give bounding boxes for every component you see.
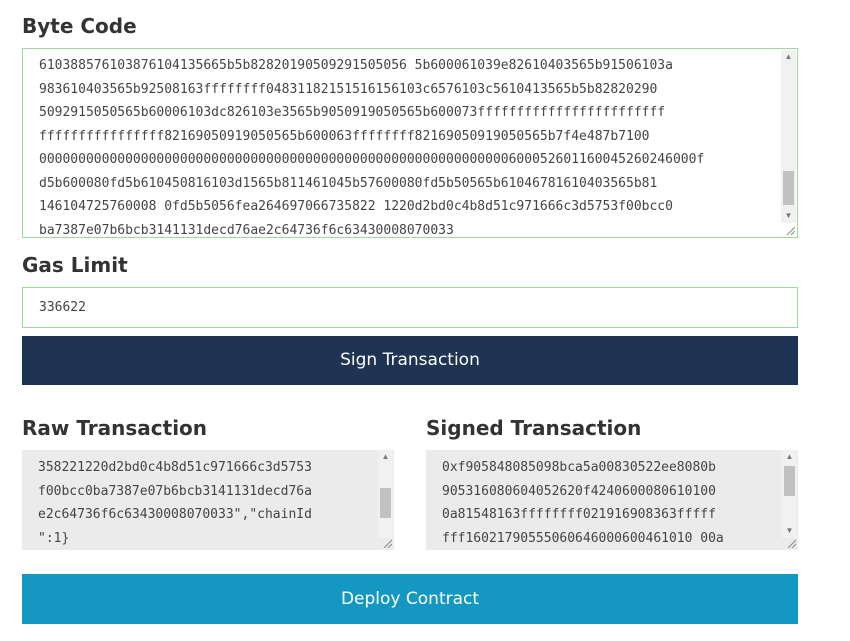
resize-grip-icon[interactable] [785,225,795,235]
scroll-down-icon[interactable]: ▼ [782,524,797,538]
signed-transaction-text: 0xf905848085098bca5a00830522ee8080b 90531… [442,456,774,550]
bytecode-scrollbar[interactable]: ▲ ▼ [781,50,796,223]
bytecode-line: 5092915050565b60006103dc826103e3565b9050… [39,105,666,120]
bytecode-line: 0000000000000000000000000000000000000000… [39,152,705,167]
signed-transaction-textarea[interactable]: 0xf905848085098bca5a00830522ee8080b 90531… [426,450,798,550]
raw-transaction-label: Raw Transaction [22,416,208,440]
sign-transaction-button[interactable]: Sign Transaction [22,336,798,385]
bytecode-line: ba7387e07b6bcb3141131decd76ae2c64736f6c6… [39,222,454,238]
raw-scroll-thumb[interactable] [380,488,391,518]
bytecode-line: d5b600080fd5b610450816103d1565b811461045… [39,175,658,191]
signed-scroll-thumb[interactable] [784,466,795,496]
signed-transaction-line: 0xf905848085098bca5a00830522ee8080b [442,460,716,475]
raw-transaction-line: f00bcc0ba7387e07b6bcb3141131decd76a [38,483,312,499]
raw-transaction-line: ":1} [38,530,70,546]
bytecode-line: ffffffffffffffff82169050919050565b600063… [39,128,650,144]
signed-transaction-line: fff16021790555060646000600461010 00a [442,530,724,546]
raw-transaction-textarea[interactable]: 358221220d2bd0c4b8d51c971666c3d5753 f00bc… [22,450,394,550]
deploy-contract-button[interactable]: Deploy Contract [22,574,798,624]
scroll-up-icon[interactable]: ▲ [378,450,393,464]
bytecode-text: 610388576103876104135665b5b8282019050929… [39,54,769,238]
bytecode-line: 146104725760008 0fd5b5056fea264697066735… [39,199,673,214]
gas-limit-label: Gas Limit [22,253,128,277]
resize-grip-icon[interactable] [382,538,392,548]
scroll-up-icon[interactable]: ▲ [781,50,796,64]
bytecode-textarea[interactable]: 610388576103876104135665b5b8282019050929… [22,48,798,238]
raw-transaction-line: e2c64736f6c63430008070033","chainId [38,507,312,522]
signed-transaction-line: 0a81548163ffffffff021916908363fffff [442,507,716,522]
bytecode-line: 983610403565b92508163ffffffff04831182151… [39,81,658,97]
bytecode-scroll-thumb[interactable] [783,171,794,205]
scroll-down-icon[interactable]: ▼ [781,209,796,223]
raw-scrollbar[interactable]: ▲ [378,450,393,538]
gas-limit-input[interactable]: 336622 [22,287,798,328]
signed-scrollbar[interactable]: ▲ ▼ [782,450,797,538]
resize-grip-icon[interactable] [786,538,796,548]
raw-transaction-line: 358221220d2bd0c4b8d51c971666c3d5753 [38,460,312,475]
bytecode-line: 610388576103876104135665b5b8282019050929… [39,58,673,73]
signed-transaction-label: Signed Transaction [426,416,642,440]
raw-transaction-text: 358221220d2bd0c4b8d51c971666c3d5753 f00bc… [38,456,370,550]
signed-transaction-line: 905316080604052620f4240600080610100 [442,483,716,499]
bytecode-label: Byte Code [22,14,137,38]
scroll-up-icon[interactable]: ▲ [782,450,797,464]
